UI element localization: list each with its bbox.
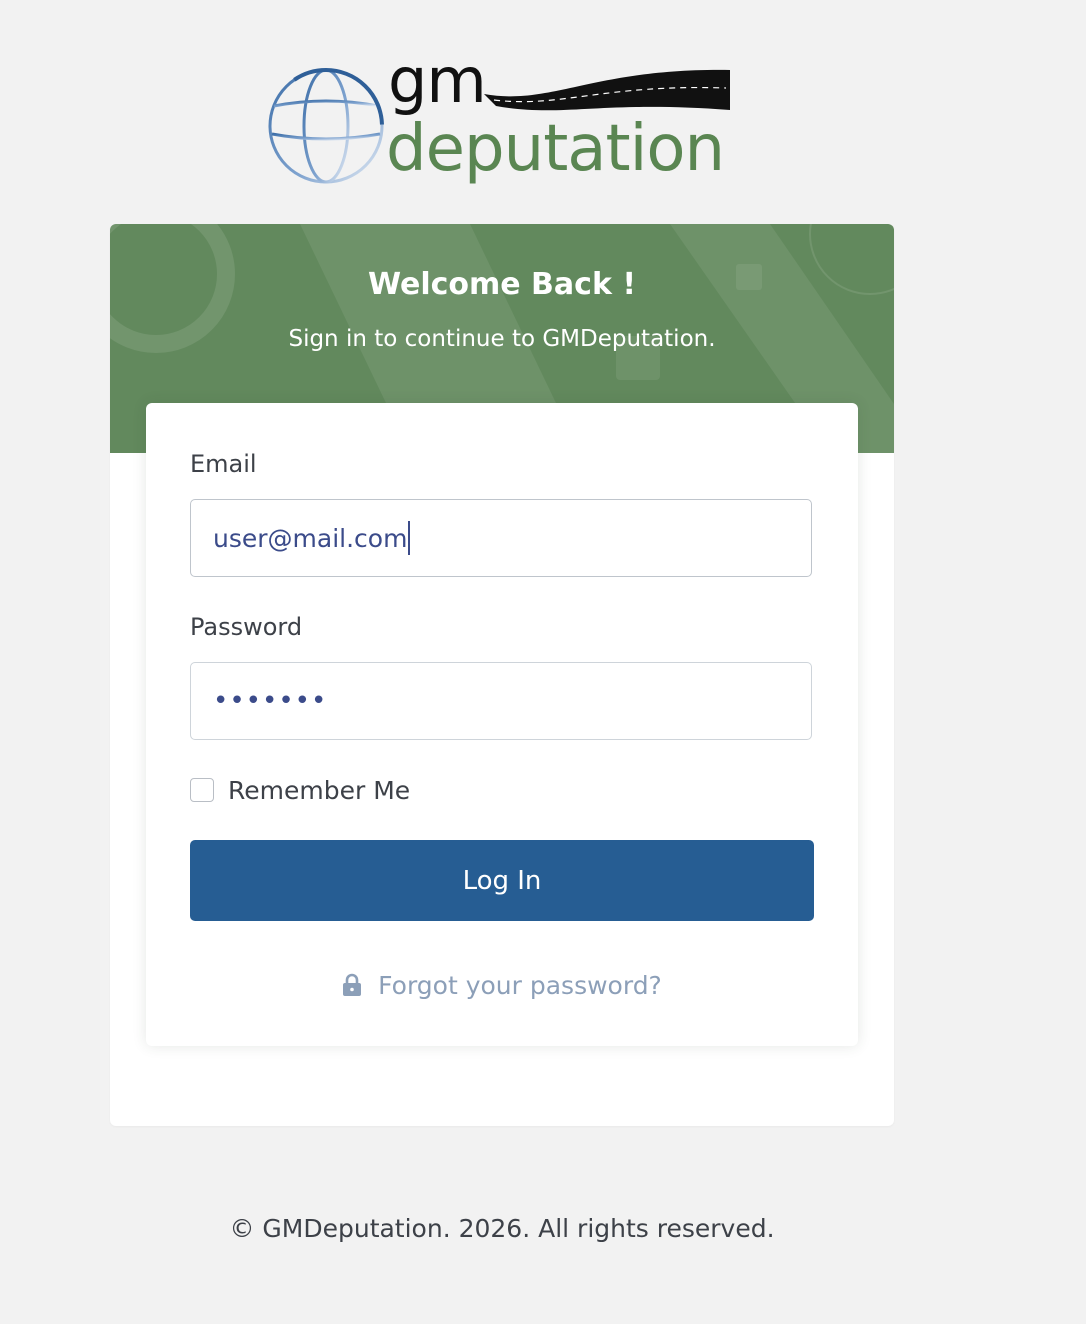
password-label: Password [190, 613, 303, 641]
login-form: Email user@mail.com Password ••••••• Rem… [146, 403, 858, 1046]
brand-logo: gm deputation [262, 48, 742, 198]
email-value: user@mail.com [213, 523, 408, 553]
welcome-title: Welcome Back ! [367, 267, 637, 302]
remember-me-label[interactable]: Remember Me [228, 776, 410, 805]
login-card: Welcome Back ! Sign in to continue to GM… [110, 224, 894, 1126]
password-field[interactable]: ••••••• [190, 662, 812, 740]
login-button[interactable]: Log In [190, 840, 814, 921]
text-caret [408, 521, 411, 555]
remember-me-row[interactable]: Remember Me [190, 775, 410, 805]
password-value: ••••••• [213, 686, 328, 716]
logo-deputation-text: deputation [386, 112, 725, 186]
logo-gm-text: gm [388, 44, 487, 117]
lock-icon [342, 973, 362, 997]
email-field[interactable]: user@mail.com [190, 499, 812, 577]
footer-copyright: © GMDeputation. 2026. All rights reserve… [229, 1214, 775, 1243]
forgot-password-link[interactable]: Forgot your password? [378, 971, 662, 1000]
welcome-subtitle: Sign in to continue to GMDeputation. [288, 326, 716, 352]
remember-me-checkbox[interactable] [190, 778, 214, 802]
forgot-password-row: Forgot your password? [146, 968, 858, 1002]
email-label: Email [190, 450, 257, 478]
